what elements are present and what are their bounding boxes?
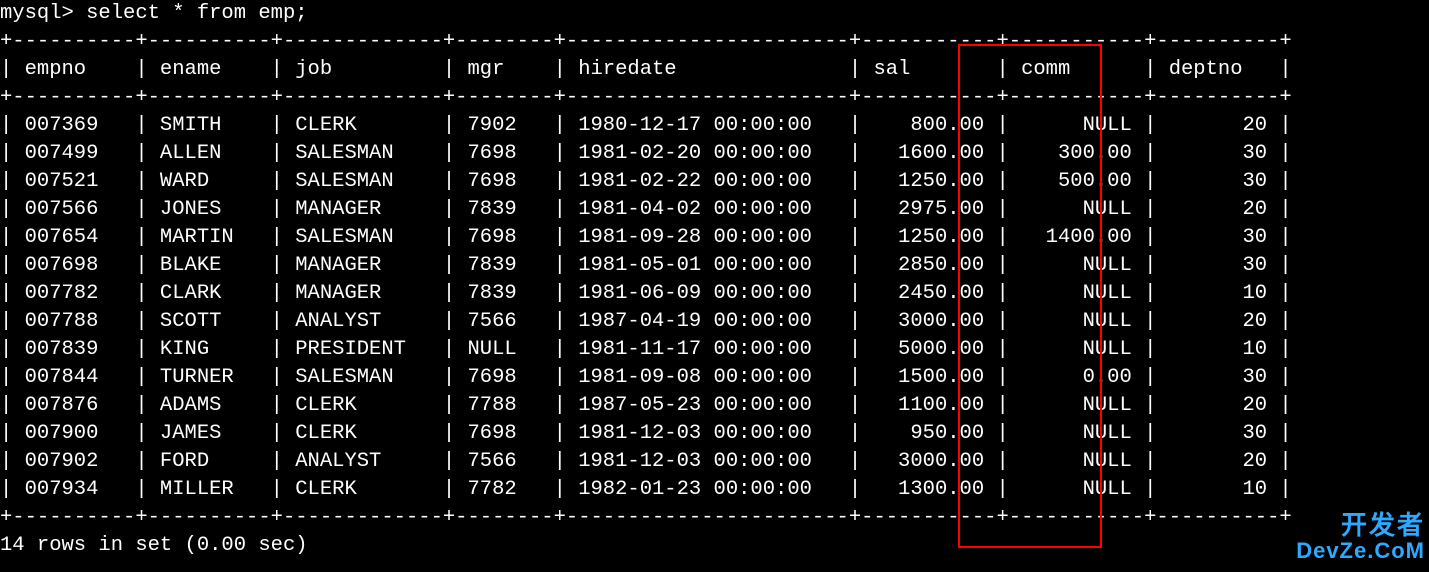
terminal-output[interactable]: mysql> select * from emp; +----------+--… (0, 0, 1429, 560)
